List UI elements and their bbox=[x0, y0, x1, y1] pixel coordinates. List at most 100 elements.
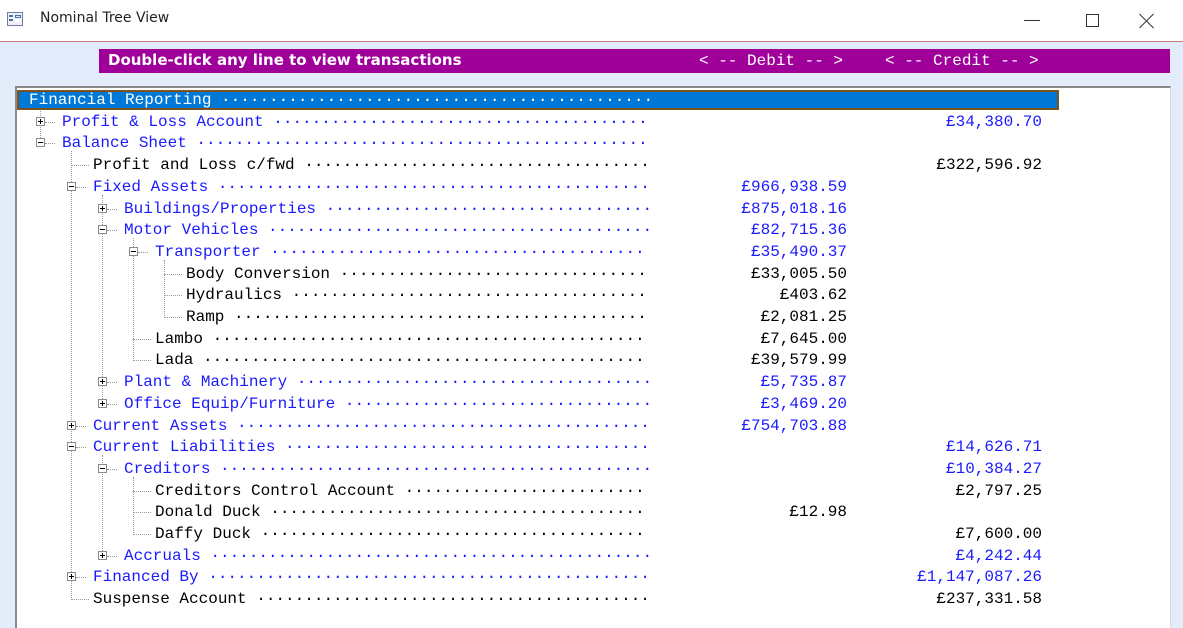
collapse-minus-icon[interactable] bbox=[36, 138, 45, 148]
tree-row-label: Hydraulics ·····························… bbox=[186, 286, 647, 305]
debit-amount: £33,005.50 bbox=[750, 264, 847, 283]
tree-connector bbox=[164, 295, 182, 297]
tree-connector bbox=[45, 143, 55, 145]
expand-plus-icon[interactable] bbox=[98, 203, 107, 213]
tree-row[interactable]: Profit & Loss Account ··················… bbox=[17, 112, 1057, 134]
minimize-icon bbox=[1024, 20, 1040, 21]
credit-amount: £7,600.00 bbox=[955, 525, 1042, 543]
debit-amount: £82,715.36 bbox=[750, 221, 847, 240]
tree-row-label: Creditors Control Account ··············… bbox=[155, 481, 645, 500]
tree-row-label: Motor Vehicles ·························… bbox=[124, 221, 653, 240]
tree-row[interactable]: Transporter ····························… bbox=[17, 242, 1057, 264]
tree-connector bbox=[107, 468, 117, 470]
collapse-minus-icon[interactable] bbox=[129, 246, 138, 256]
tree-row[interactable]: Lada ···································… bbox=[17, 350, 1057, 372]
credit-amount: £34,380.70 bbox=[945, 112, 1042, 131]
expand-plus-icon[interactable] bbox=[67, 572, 76, 582]
expand-plus-icon[interactable] bbox=[67, 420, 76, 430]
tree-row-label: Donald Duck ····························… bbox=[155, 503, 645, 522]
tree-row[interactable]: Fixed Assets ···························… bbox=[17, 177, 1057, 199]
tree-connector bbox=[107, 208, 117, 210]
tree-connector bbox=[76, 186, 86, 188]
tree-connector bbox=[133, 534, 151, 535]
debit-amount: £7,645.00 bbox=[760, 329, 847, 348]
tree-connector bbox=[107, 230, 117, 232]
tree-row-label: Lambo ··································… bbox=[155, 329, 645, 348]
tree-connector bbox=[133, 360, 151, 362]
tree-row-label: Lada ···································… bbox=[155, 351, 645, 370]
credit-amount: £322,596.92 bbox=[936, 156, 1042, 175]
tree-row-label: Body Conversion ························… bbox=[186, 264, 647, 283]
tree-row[interactable]: Buildings/Properties ···················… bbox=[17, 199, 1057, 221]
tree-row-label: Plant & Machinery ······················… bbox=[124, 373, 653, 392]
tree-connector bbox=[107, 555, 117, 557]
tree-row[interactable]: Balance Sheet ··························… bbox=[17, 133, 1057, 155]
collapse-minus-icon[interactable] bbox=[67, 442, 76, 452]
expand-plus-icon[interactable] bbox=[98, 550, 107, 560]
tree-row[interactable]: Lambo ··································… bbox=[17, 329, 1057, 351]
tree-row-label: Profit and Loss c/fwd ··················… bbox=[93, 156, 650, 175]
minimize-button[interactable] bbox=[1009, 0, 1055, 41]
tree-row[interactable]: Current Liabilities ····················… bbox=[17, 437, 1057, 459]
credit-amount: £10,384.27 bbox=[945, 459, 1042, 478]
maximize-button[interactable] bbox=[1069, 0, 1115, 41]
tree-row-label: Profit & Loss Account ··················… bbox=[62, 112, 648, 131]
form-icon bbox=[7, 12, 23, 26]
tree-row-label: Suspense Account ·······················… bbox=[93, 590, 650, 609]
tree-row[interactable]: Motor Vehicles ·························… bbox=[17, 220, 1057, 242]
tree-row[interactable]: Plant & Machinery ······················… bbox=[17, 372, 1057, 394]
debit-amount: £3,469.20 bbox=[760, 394, 847, 413]
collapse-minus-icon[interactable] bbox=[67, 181, 76, 191]
tree-row[interactable]: Daffy Duck ·····························… bbox=[17, 524, 1057, 546]
tree-row-label: Financed By ····························… bbox=[93, 568, 650, 587]
tree-connector bbox=[138, 251, 148, 253]
nominal-tree-view[interactable]: Financial Reporting ····················… bbox=[15, 86, 1171, 628]
title-bar[interactable]: Nominal Tree View bbox=[0, 0, 1183, 42]
tree-connector bbox=[164, 317, 182, 318]
tree-connector bbox=[133, 512, 151, 514]
expand-plus-icon[interactable] bbox=[98, 377, 107, 387]
tree-connector bbox=[71, 165, 89, 167]
collapse-minus-icon[interactable] bbox=[98, 463, 107, 473]
tree-row[interactable]: Creditors ······························… bbox=[17, 459, 1057, 481]
tree-row[interactable]: Creditors Control Account ··············… bbox=[17, 481, 1057, 503]
close-button[interactable] bbox=[1124, 0, 1170, 41]
tree-connector bbox=[133, 490, 151, 492]
collapse-minus-icon[interactable] bbox=[98, 225, 107, 235]
tree-row[interactable]: Profit and Loss c/fwd ··················… bbox=[17, 155, 1057, 177]
debit-amount: £2,081.25 bbox=[760, 308, 847, 326]
credit-amount: £4,242.44 bbox=[955, 546, 1042, 565]
debit-amount: £12.98 bbox=[789, 503, 847, 522]
tree-row[interactable]: Current Assets ·························… bbox=[17, 416, 1057, 438]
credit-column-header: < -- Credit -- > bbox=[885, 52, 1039, 70]
tree-row-label: Accruals ·······························… bbox=[124, 546, 653, 565]
tree-row[interactable]: Suspense Account ·······················… bbox=[17, 589, 1057, 611]
tree-row[interactable]: Accruals ·······························… bbox=[17, 546, 1057, 568]
expand-plus-icon[interactable] bbox=[98, 398, 107, 408]
debit-amount: £875,018.16 bbox=[741, 199, 847, 218]
tree-connector bbox=[71, 599, 89, 601]
tree-row[interactable]: Financial Reporting ····················… bbox=[17, 90, 1059, 112]
tree-row-label: Office Equip/Furniture ·················… bbox=[124, 394, 653, 413]
tree-row[interactable]: Office Equip/Furniture ·················… bbox=[17, 394, 1057, 416]
column-header-bar: Double-click any line to view transactio… bbox=[99, 49, 1170, 73]
tree-row[interactable]: Hydraulics ·····························… bbox=[17, 285, 1057, 307]
debit-amount: £5,735.87 bbox=[760, 373, 847, 392]
tree-connector bbox=[76, 447, 86, 449]
tree-connector bbox=[133, 338, 151, 340]
debit-column-header: < -- Debit -- > bbox=[699, 52, 844, 70]
instruction-label: Double-click any line to view transactio… bbox=[108, 51, 462, 69]
tree-row-label: Current Liabilities ····················… bbox=[93, 438, 650, 457]
credit-amount: £2,797.25 bbox=[955, 481, 1042, 500]
tree-row[interactable]: Body Conversion ························… bbox=[17, 264, 1057, 286]
tree-row-label: Buildings/Properties ···················… bbox=[124, 199, 653, 218]
tree-connector bbox=[107, 382, 117, 384]
tree-row[interactable]: Financed By ····························… bbox=[17, 567, 1057, 589]
credit-amount: £237,331.58 bbox=[936, 590, 1042, 609]
tree-row[interactable]: Donald Duck ····························… bbox=[17, 502, 1057, 524]
tree-row[interactable]: Ramp ···································… bbox=[17, 307, 1057, 329]
tree-row-label: Transporter ····························… bbox=[155, 242, 645, 261]
tree-row-label: Creditors ······························… bbox=[124, 459, 653, 478]
expand-plus-icon[interactable] bbox=[36, 116, 45, 126]
debit-amount: £39,579.99 bbox=[750, 351, 847, 370]
